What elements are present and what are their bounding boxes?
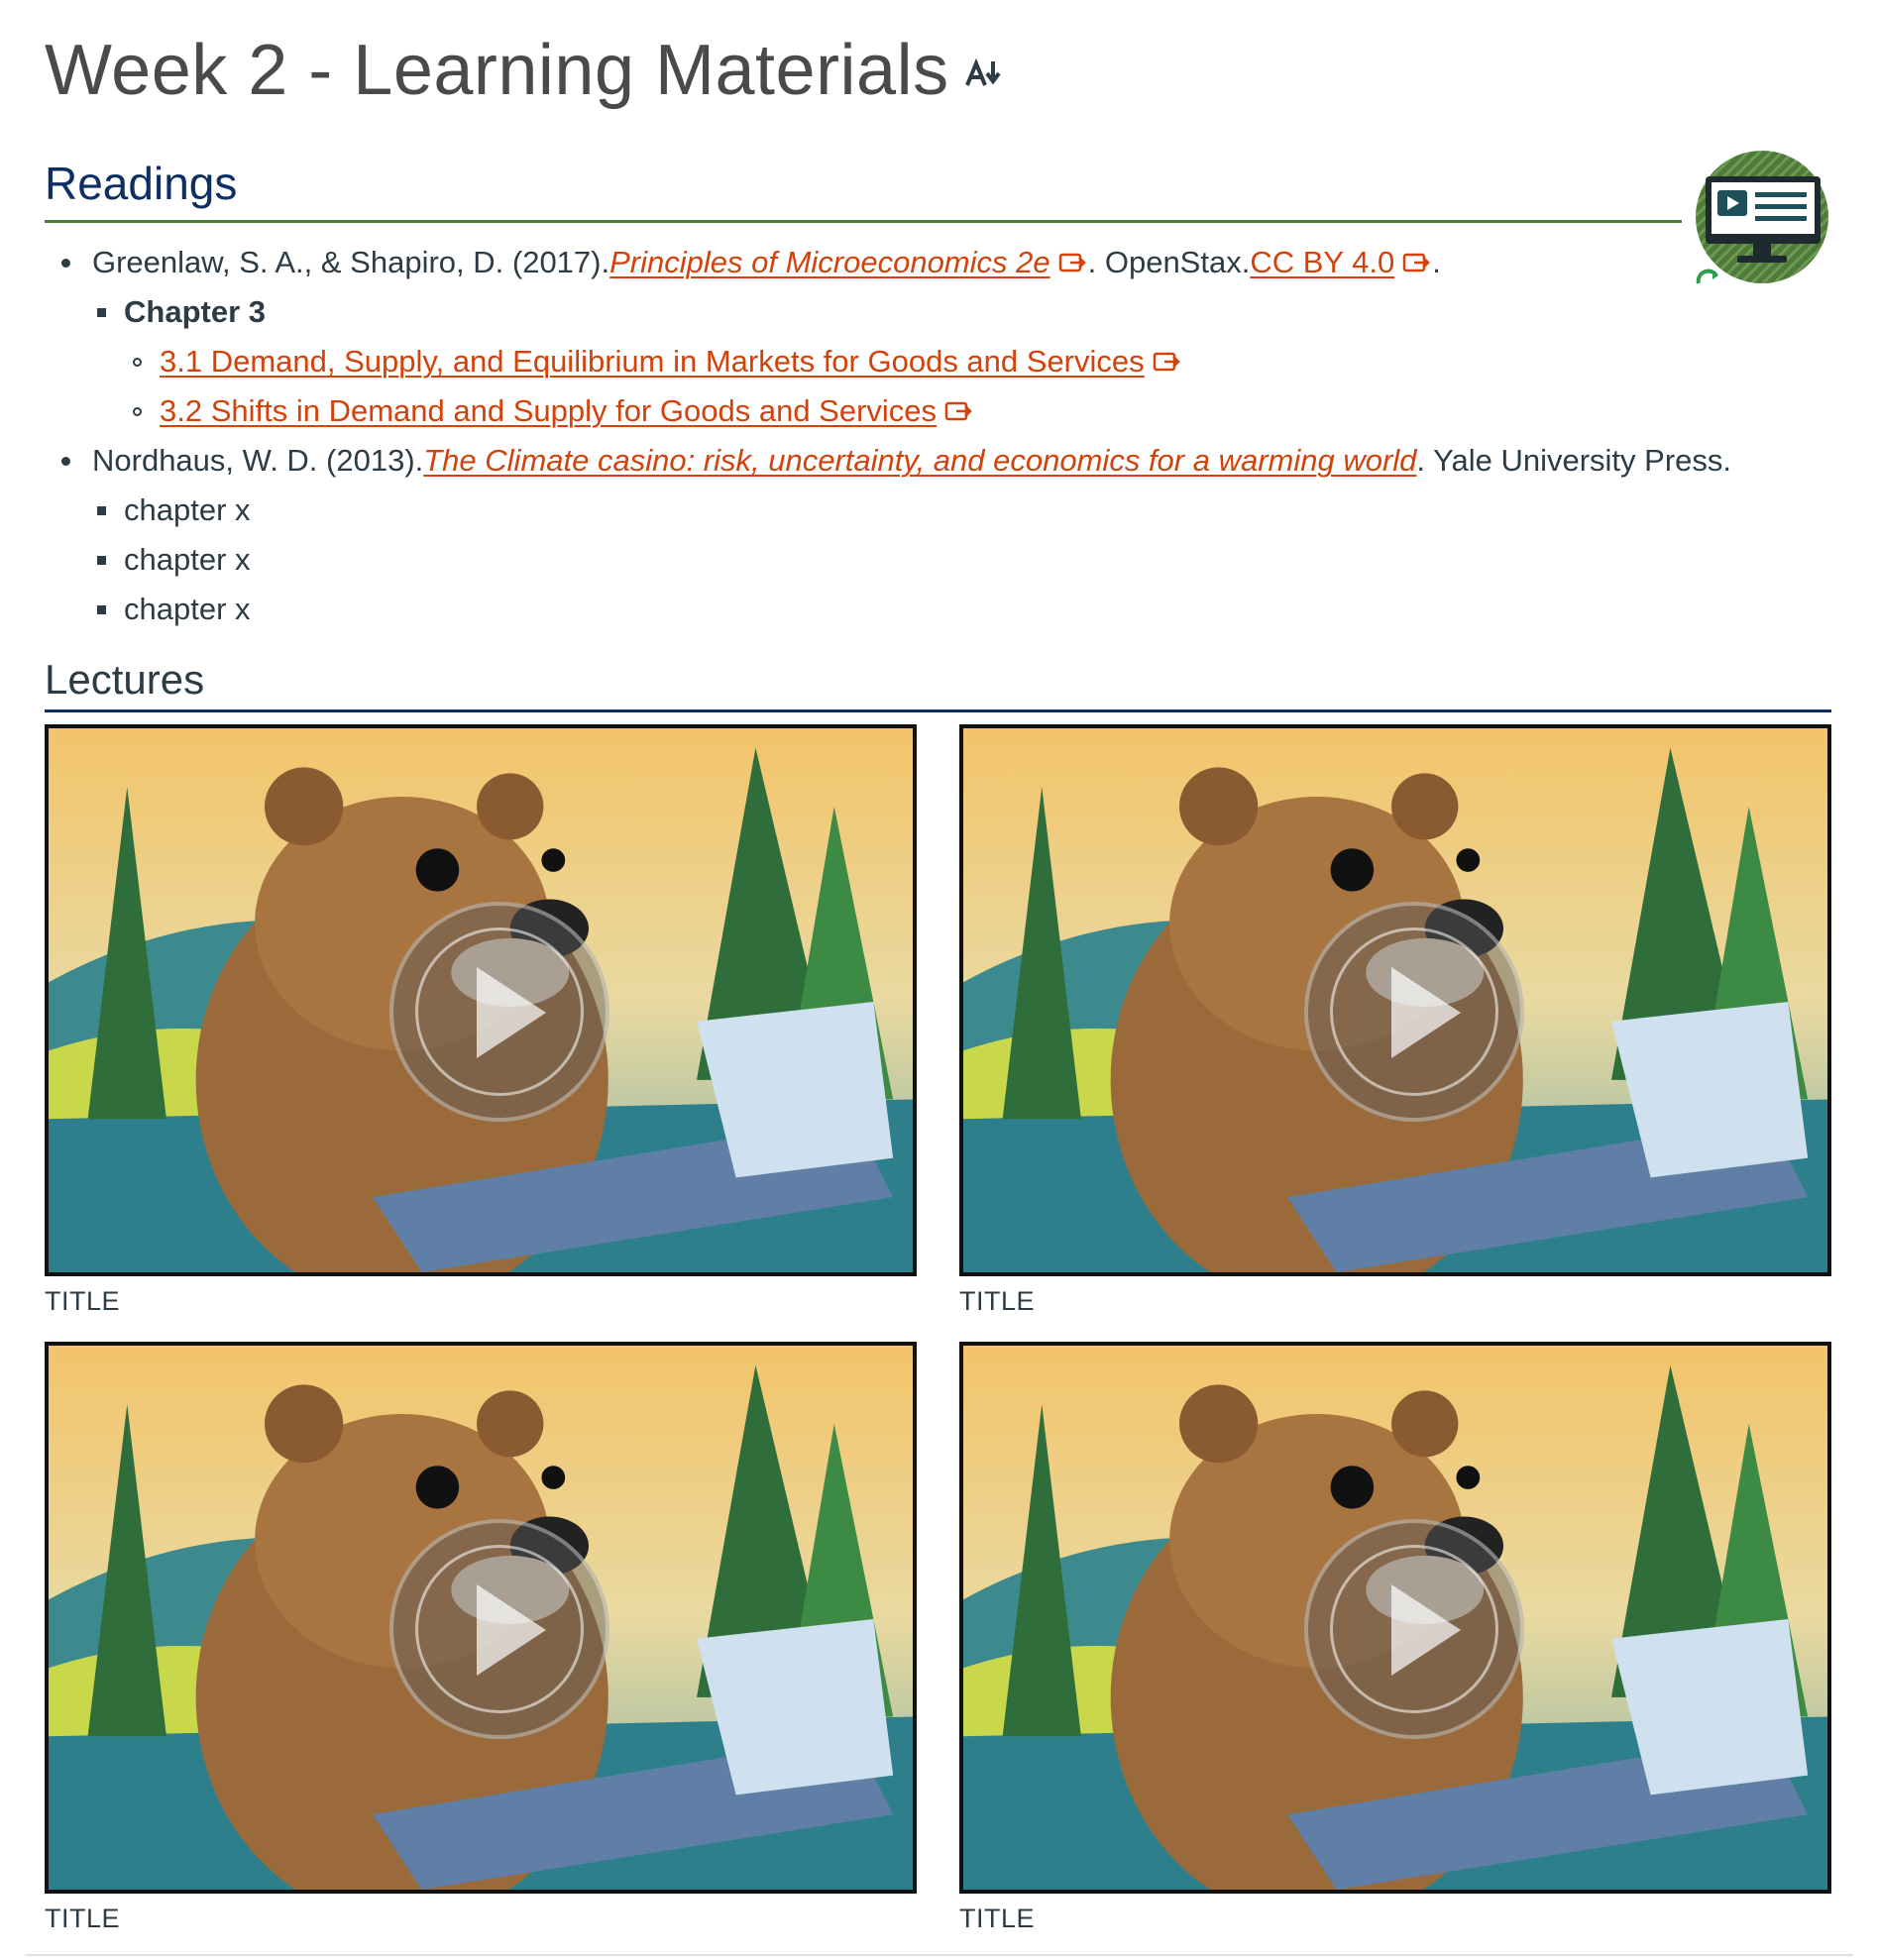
bullet	[61, 456, 70, 466]
bullet	[133, 357, 142, 367]
play-button[interactable]	[389, 1519, 609, 1739]
video-thumbnail[interactable]	[959, 724, 1831, 1276]
bullet	[97, 505, 106, 515]
external-link-icon	[1058, 253, 1086, 272]
chapter-item: chapter x	[97, 540, 251, 580]
lectures-heading: Lectures	[45, 656, 205, 703]
license-link[interactable]: CC BY 4.0	[1250, 243, 1394, 282]
external-link-icon	[944, 401, 972, 421]
bullet	[133, 406, 142, 416]
book-link[interactable]: Principles of Microeconomics 2e	[609, 243, 1050, 282]
play-button[interactable]	[389, 902, 609, 1122]
video-thumbnail[interactable]	[45, 1342, 917, 1894]
chapter-label: chapter x	[124, 492, 251, 527]
bullet	[97, 307, 106, 317]
reading-citation-suffix: .	[1432, 245, 1441, 279]
external-link-icon	[1153, 352, 1180, 372]
video-title: TITLE	[959, 1286, 1036, 1316]
book-link[interactable]: The Climate casino: risk, uncertainty, a…	[423, 441, 1416, 481]
play-button[interactable]	[1304, 1519, 1524, 1739]
play-button[interactable]	[1304, 902, 1524, 1122]
video-thumbnail[interactable]	[959, 1342, 1831, 1894]
bullet	[97, 555, 106, 565]
external-link-icon	[1402, 253, 1431, 272]
reading-citation-middle: . OpenStax.	[1087, 245, 1251, 279]
video-title: TITLE	[45, 1904, 121, 1933]
chapter-item: chapter x	[97, 490, 251, 530]
video-card: TITLE	[959, 724, 1831, 1317]
chapter-heading: Chapter 3	[97, 292, 266, 332]
video-title: TITLE	[45, 1286, 121, 1316]
page-title: Week 2 - Learning Materials	[45, 30, 1003, 111]
reading-item: Greenlaw, S. A., & Shapiro, D. (2017). P…	[61, 243, 1441, 282]
refresh-icon	[1696, 269, 1718, 284]
section-link[interactable]: 3.1 Demand, Supply, and Equilibrium in M…	[160, 342, 1145, 381]
bullet	[61, 258, 70, 268]
reading-item: Nordhaus, W. D. (2013). The Climate casi…	[61, 441, 1731, 481]
chapter-item: chapter x	[97, 590, 251, 629]
section-item: 3.2 Shifts in Demand and Supply for Good…	[133, 391, 974, 431]
bullet	[97, 604, 106, 614]
bottom-divider	[25, 1954, 1853, 1956]
reading-citation-prefix: Greenlaw, S. A., & Shapiro, D. (2017).	[92, 245, 610, 279]
chapter-label: Chapter 3	[124, 294, 266, 329]
video-card: TITLE	[45, 724, 917, 1317]
chapter-label: chapter x	[124, 542, 251, 577]
reading-citation-prefix: Nordhaus, W. D. (2013).	[92, 443, 424, 478]
ai-text-icon[interactable]	[963, 57, 1003, 91]
reading-citation-suffix: . Yale University Press.	[1416, 443, 1731, 478]
page-title-text: Week 2 - Learning Materials	[45, 31, 949, 110]
play-icon	[477, 1584, 546, 1676]
section-link[interactable]: 3.2 Shifts in Demand and Supply for Good…	[160, 391, 937, 431]
page: Week 2 - Learning Materials Readings Gre…	[0, 0, 1877, 1960]
play-icon	[1391, 1584, 1461, 1676]
section-item: 3.1 Demand, Supply, and Equilibrium in M…	[133, 342, 1182, 381]
video-thumbnail[interactable]	[45, 724, 917, 1276]
play-icon	[477, 967, 546, 1058]
play-icon	[1391, 967, 1461, 1058]
video-title: TITLE	[959, 1904, 1036, 1933]
video-card: TITLE	[45, 1342, 917, 1934]
video-card: TITLE	[959, 1342, 1831, 1934]
chapter-label: chapter x	[124, 592, 251, 626]
readings-heading: Readings	[45, 158, 238, 209]
readings-divider	[45, 220, 1682, 223]
lectures-divider	[45, 709, 1831, 712]
